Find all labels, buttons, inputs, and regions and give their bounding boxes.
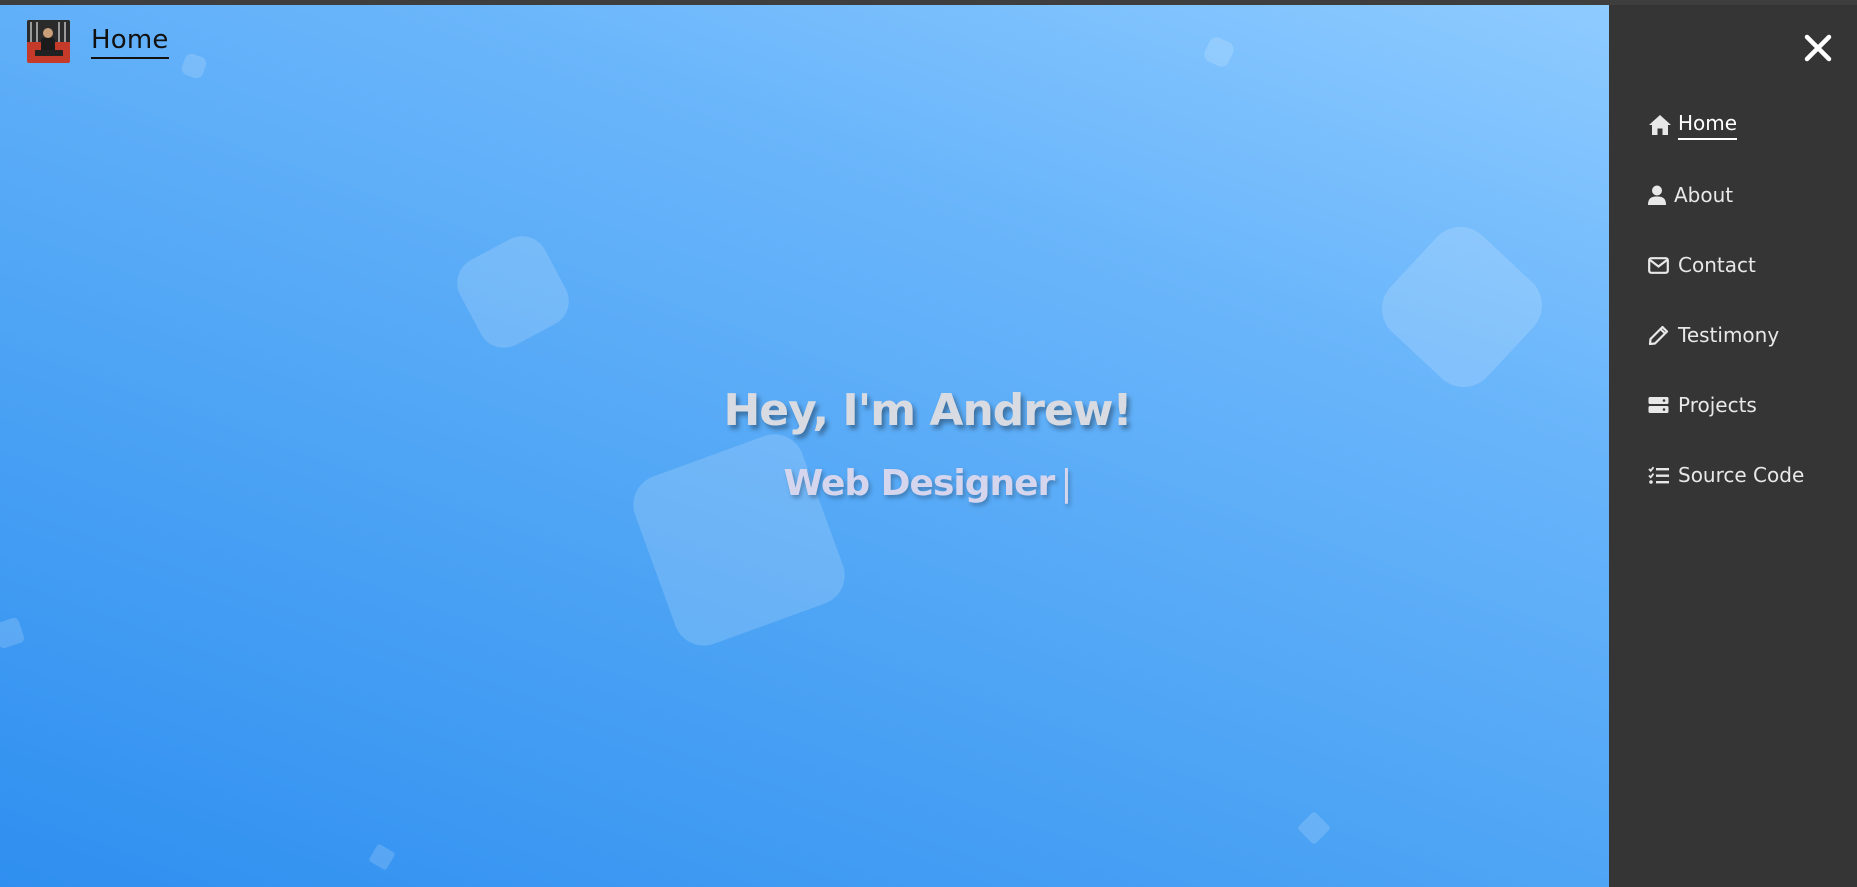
menu-item-contact[interactable]: Contact <box>1648 230 1804 300</box>
menu-item-label: Contact <box>1678 253 1756 277</box>
menu-item-label: Testimony <box>1678 323 1780 347</box>
user-icon <box>1648 183 1668 207</box>
close-icon <box>1804 34 1832 62</box>
decor-square <box>179 51 209 81</box>
checklist-icon <box>1648 463 1672 487</box>
decor-square <box>1368 213 1556 401</box>
hero-subtitle: Web Designer | <box>640 463 1215 504</box>
decor-square <box>368 843 396 871</box>
menu-item-about[interactable]: About <box>1648 160 1804 230</box>
typing-cursor: | <box>1060 463 1072 504</box>
page-title[interactable]: Home <box>91 24 169 59</box>
menu-item-label: Source Code <box>1678 463 1805 487</box>
brand: Home <box>27 20 169 63</box>
hero-section: Home Hey, I'm Andrew! Web Designer | <box>0 5 1609 887</box>
menu-item-source-code[interactable]: Source Code <box>1648 440 1804 510</box>
decor-square <box>624 425 854 655</box>
avatar[interactable] <box>27 20 70 63</box>
menu-item-projects[interactable]: Projects <box>1648 370 1804 440</box>
close-button[interactable] <box>1801 31 1835 65</box>
home-icon <box>1648 113 1672 137</box>
pencil-icon <box>1648 323 1672 347</box>
side-menu: Home About Contact Testimony Projects So… <box>1609 5 1857 887</box>
server-icon <box>1648 393 1672 417</box>
menu-list: Home About Contact Testimony Projects So… <box>1648 90 1804 510</box>
decor-square <box>1201 34 1237 70</box>
menu-item-label: Projects <box>1678 393 1757 417</box>
menu-item-testimony[interactable]: Testimony <box>1648 300 1804 370</box>
hero-headline: Hey, I'm Andrew! <box>723 385 1132 436</box>
decor-square <box>0 616 26 650</box>
hero-role-text: Web Designer <box>783 463 1056 504</box>
menu-item-label: About <box>1674 183 1734 207</box>
menu-item-label: Home <box>1678 110 1738 140</box>
decor-square <box>448 227 578 357</box>
menu-item-home[interactable]: Home <box>1648 90 1804 160</box>
envelope-icon <box>1648 253 1672 277</box>
decor-square <box>1297 811 1331 845</box>
